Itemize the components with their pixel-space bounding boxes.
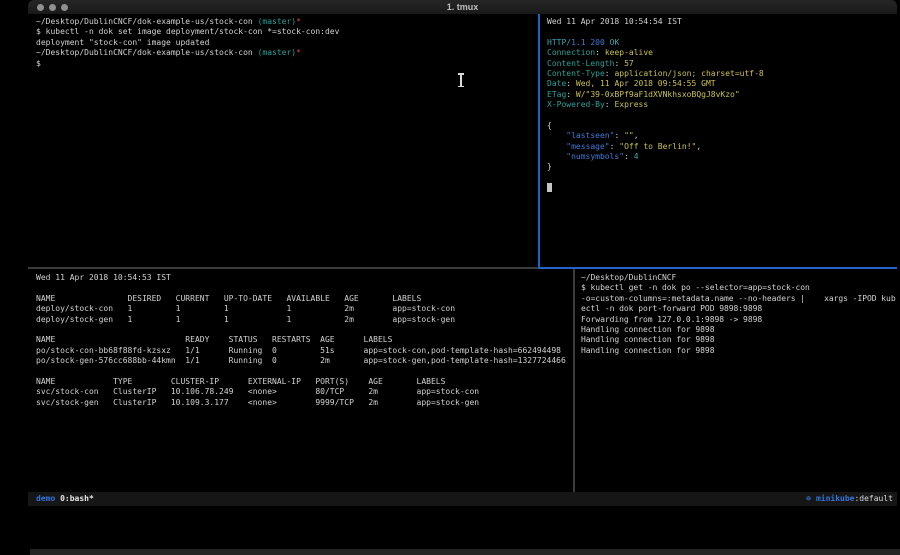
terminal-line: ~/Desktop/DublinCNCF/dok-example-us/stoc… (36, 48, 546, 58)
terminal-line: po/stock-con-bb68f88fd-kzsxz 1/1 Running… (36, 346, 581, 356)
terminal-line: $ kubectl -n dok set image deployment/st… (36, 27, 546, 37)
background-window-edge (30, 549, 900, 555)
terminal-line: deploy/stock-con 1 1 1 1 2m app=stock-co… (36, 304, 581, 314)
terminal-line: Handling connection for 9898 (581, 335, 900, 345)
terminal-window: 1. tmux ~/Desktop/DublinCNCF/dok-example… (28, 0, 897, 506)
terminal-line (547, 173, 900, 183)
tmux-pane-bottom-right[interactable]: ~/Desktop/DublinCNCF$ kubectl get -n dok… (575, 269, 900, 496)
terminal-line: ~/Desktop/DublinCNCF (581, 273, 900, 283)
terminal-line: NAME TYPE CLUSTER-IP EXTERNAL-IP PORT(S)… (36, 377, 581, 387)
terminal-line: Content-Length: 57 (547, 59, 900, 69)
terminal-line: -o=custom-columns=:metadata.name --no-he… (581, 294, 900, 304)
terminal-line: ETag: W/"39-0xBPf9aF1dXVNkhsxoBQgJ8vKzo" (547, 90, 900, 100)
terminal-line: Date: Wed, 11 Apr 2018 09:54:55 GMT (547, 79, 900, 89)
terminal-line (547, 27, 900, 37)
terminal-line: svc/stock-con ClusterIP 10.106.78.249 <n… (36, 387, 581, 397)
terminal-line (36, 283, 581, 293)
terminal-line (547, 111, 900, 121)
terminal-line: HTTP/1.1 200 OK (547, 38, 900, 48)
terminal-line: $ kubectl get -n dok po --selector=app=s… (581, 283, 900, 293)
terminal-line: X-Powered-By: Express (547, 100, 900, 110)
session-name: demo (36, 494, 55, 503)
pane-divider-horizontal-left[interactable] (28, 267, 538, 269)
tmux-pane-bottom-left[interactable]: Wed 11 Apr 2018 10:54:53 IST NAME DESIRE… (28, 269, 581, 496)
terminal-line: po/stock-gen-576cc688bb-44kmn 1/1 Runnin… (36, 356, 581, 366)
terminal-line: } (547, 162, 900, 172)
window-titlebar[interactable]: 1. tmux (28, 0, 897, 15)
terminal-line: ectl -n dok port-forward POD 9898:9898 (581, 304, 900, 314)
pane-divider-vertical-bottom[interactable] (573, 269, 575, 492)
mouse-ibeam-cursor (458, 73, 463, 87)
desktop-background: { "window": { "title": "1. tmux" }, "col… (0, 0, 900, 555)
window-label[interactable]: 0:bash* (60, 494, 94, 503)
terminal-line: "numsymbols": 4 (547, 152, 900, 162)
terminal-line: $ (36, 59, 546, 69)
kubernetes-helm-icon: ☸ (806, 494, 816, 503)
terminal-line: "lastseen": "", (547, 131, 900, 141)
status-right: ☸ minikube:default (806, 492, 893, 506)
terminal-line: { (547, 121, 900, 131)
terminal-line: NAME READY STATUS RESTARTS AGE LABELS (36, 335, 581, 345)
tmux-pane-top-right[interactable]: Wed 11 Apr 2018 10:54:54 IST HTTP/1.1 20… (540, 14, 900, 270)
terminal-line: deploy/stock-gen 1 1 1 1 2m app=stock-ge… (36, 315, 581, 325)
terminal-line: "message": "Off to Berlin!", (547, 142, 900, 152)
terminal-line: Wed 11 Apr 2018 10:54:53 IST (36, 273, 581, 283)
pane-divider-vertical-top-active[interactable] (538, 14, 540, 267)
status-left: demo 0:bash* (36, 492, 94, 506)
terminal-line: Forwarding from 127.0.0.1:9898 -> 9898 (581, 315, 900, 325)
kube-context: minikube (816, 494, 855, 503)
terminal-line: Wed 11 Apr 2018 10:54:54 IST (547, 17, 900, 27)
pane-divider-horizontal-right-active[interactable] (538, 267, 897, 269)
terminal-line: ~/Desktop/DublinCNCF/dok-example-us/stoc… (36, 17, 546, 27)
terminal-line: Connection: keep-alive (547, 48, 900, 58)
window-title: 1. tmux (28, 0, 897, 14)
terminal-line: Handling connection for 9898 (581, 325, 900, 335)
terminal-line: deployment "stock-con" image updated (36, 38, 546, 48)
terminal-line (547, 183, 900, 193)
terminal-line: Handling connection for 9898 (581, 346, 900, 356)
terminal-line: NAME DESIRED CURRENT UP-TO-DATE AVAILABL… (36, 294, 581, 304)
tmux-pane-top-left[interactable]: ~/Desktop/DublinCNCF/dok-example-us/stoc… (28, 14, 546, 270)
kube-namespace: :default (854, 494, 893, 503)
terminal-line (36, 325, 581, 335)
tmux-status-bar: demo 0:bash* ☸ minikube:default (28, 492, 897, 506)
terminal-line (36, 367, 581, 377)
terminal-line: Content-Type: application/json; charset=… (547, 69, 900, 79)
terminal-line: svc/stock-gen ClusterIP 10.109.3.177 <no… (36, 398, 581, 408)
